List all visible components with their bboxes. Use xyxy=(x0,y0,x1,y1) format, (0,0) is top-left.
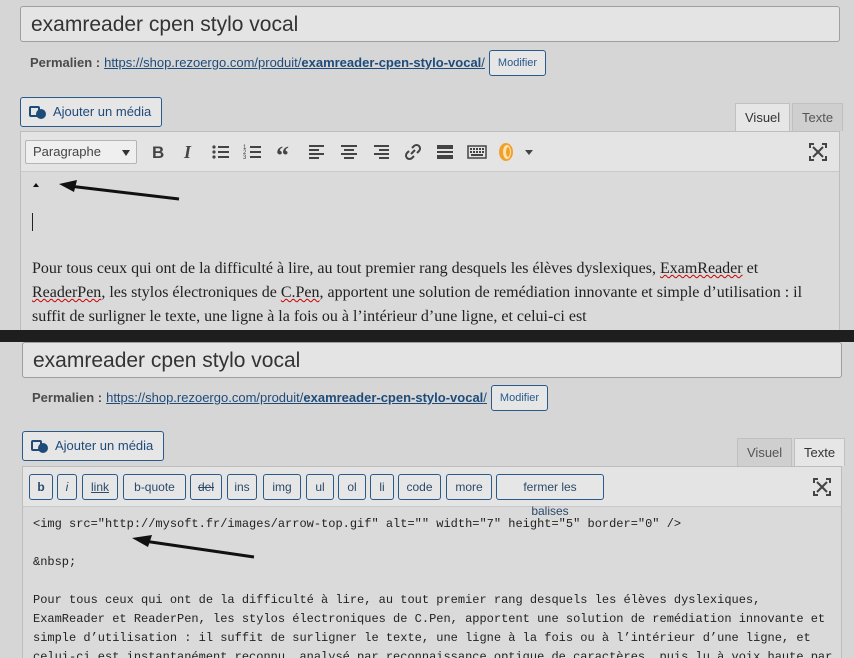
code-line: ExamReader et ReaderPen, les stylos élec… xyxy=(33,612,826,626)
code-line: celui-ci est instantanément reconnu, ana… xyxy=(33,650,833,658)
code-line: &nbsp; xyxy=(33,555,77,569)
permalink-slug: examreader-cpen-stylo-vocal xyxy=(301,55,482,70)
visual-content[interactable]: Pour tous ceux qui ont de la difficulté … xyxy=(21,172,839,330)
qt-more-button[interactable]: more xyxy=(446,474,492,500)
link-icon[interactable] xyxy=(403,142,423,162)
text-editor: b i link b-quote del ins img ul ol li co… xyxy=(22,466,842,658)
code-line: simple d’utilisation : il suffit de surl… xyxy=(33,631,811,645)
read-more-icon[interactable] xyxy=(435,142,455,162)
bold-icon[interactable]: B xyxy=(148,142,168,162)
qt-del-button[interactable]: del xyxy=(190,474,222,500)
text-content[interactable]: <img src="http://mysoft.fr/images/arrow-… xyxy=(23,507,841,658)
plugin-dropdown-icon[interactable] xyxy=(521,142,541,162)
svg-text:“: “ xyxy=(276,142,289,162)
add-media-button[interactable]: Ajouter un média xyxy=(22,431,165,461)
permalink-label: Permalien : xyxy=(32,390,103,405)
tab-visual[interactable]: Visuel xyxy=(737,438,793,466)
permalink-label: Permalien : xyxy=(30,55,101,70)
visual-toolbar: Paragraphe B I 123 “ xyxy=(21,132,839,172)
tab-text[interactable]: Texte xyxy=(794,438,846,466)
align-center-icon[interactable] xyxy=(339,142,359,162)
permalink-link[interactable]: https://shop.rezoergo.com/produit/examre… xyxy=(104,55,485,71)
qt-bold-button[interactable]: b xyxy=(29,474,53,500)
svg-text:B: B xyxy=(152,143,164,162)
permalink-slug: examreader-cpen-stylo-vocal xyxy=(303,390,484,405)
add-media-label: Ajouter un média xyxy=(55,438,154,453)
format-select-value: Paragraphe xyxy=(33,144,101,159)
qt-li-button[interactable]: li xyxy=(370,474,394,500)
paragraph-text: Pour tous ceux qui ont de la difficulté … xyxy=(32,260,803,325)
inline-image-arrow-top xyxy=(33,183,39,187)
qt-ol-button[interactable]: ol xyxy=(338,474,366,500)
qt-italic-button[interactable]: i xyxy=(57,474,77,500)
add-media-label: Ajouter un média xyxy=(53,104,152,119)
add-media-button[interactable]: Ajouter un média xyxy=(20,97,163,127)
text-editor-panel: examreader cpen stylo vocal Permalien : … xyxy=(0,342,854,658)
svg-text:3: 3 xyxy=(243,155,247,161)
edit-permalink-button[interactable]: Modifier xyxy=(488,50,547,76)
post-title-input[interactable]: examreader cpen stylo vocal xyxy=(22,342,842,378)
permalink-base: https://shop.rezoergo.com/produit/ xyxy=(106,390,304,405)
chevron-down-icon xyxy=(122,150,130,156)
blockquote-icon[interactable]: “ xyxy=(275,141,295,170)
quicktags-toolbar: b i link b-quote del ins img ul ol li co… xyxy=(23,467,841,518)
qt-ul-button[interactable]: ul xyxy=(306,474,334,500)
code-line: Pour tous ceux qui ont de la difficulté … xyxy=(33,593,761,607)
permalink-end: / xyxy=(483,390,487,405)
qt-ins-button[interactable]: ins xyxy=(227,474,257,500)
permalink-end: / xyxy=(481,55,485,70)
numbered-list-icon[interactable]: 123 xyxy=(243,142,263,162)
post-title-text: examreader cpen stylo vocal xyxy=(31,13,299,36)
italic-icon[interactable]: I xyxy=(179,142,199,162)
code-line: <img src="http://mysoft.fr/images/arrow-… xyxy=(33,517,682,531)
bullet-list-icon[interactable] xyxy=(211,142,231,162)
edit-permalink-button[interactable]: Modifier xyxy=(490,385,549,411)
format-select[interactable]: Paragraphe xyxy=(25,140,137,164)
tab-visual[interactable]: Visuel xyxy=(735,103,791,131)
post-title-text: examreader cpen stylo vocal xyxy=(33,349,301,372)
post-title-input[interactable]: examreader cpen stylo vocal xyxy=(20,6,840,42)
media-icon xyxy=(29,104,47,120)
permalink-link[interactable]: https://shop.rezoergo.com/produit/examre… xyxy=(106,390,487,406)
permalink-row: Permalien : https://shop.rezoergo.com/pr… xyxy=(30,50,547,76)
visual-editor: Paragraphe B I 123 “ Pour tous ceux qui … xyxy=(20,131,840,330)
fullscreen-icon[interactable] xyxy=(812,477,832,497)
qt-close-tags-button[interactable]: fermer les balises xyxy=(496,474,604,518)
toolbar-toggle-icon[interactable] xyxy=(467,142,487,162)
permalink-base: https://shop.rezoergo.com/produit/ xyxy=(104,55,302,70)
qt-link-button[interactable]: link xyxy=(82,474,118,500)
tab-text[interactable]: Texte xyxy=(792,103,844,131)
fullscreen-icon[interactable] xyxy=(808,142,828,162)
align-left-icon[interactable] xyxy=(307,142,327,162)
qt-img-button[interactable]: img xyxy=(263,474,301,500)
svg-text:I: I xyxy=(183,142,192,162)
screenshot-divider xyxy=(0,330,854,342)
qt-blockquote-button[interactable]: b-quote xyxy=(123,474,186,500)
plugin-icon[interactable] xyxy=(497,142,517,162)
visual-editor-panel: examreader cpen stylo vocal Permalien : … xyxy=(0,0,854,330)
media-icon xyxy=(31,438,49,454)
qt-code-button[interactable]: code xyxy=(398,474,441,500)
text-cursor xyxy=(32,213,33,231)
align-right-icon[interactable] xyxy=(371,142,391,162)
permalink-row: Permalien : https://shop.rezoergo.com/pr… xyxy=(32,385,549,411)
